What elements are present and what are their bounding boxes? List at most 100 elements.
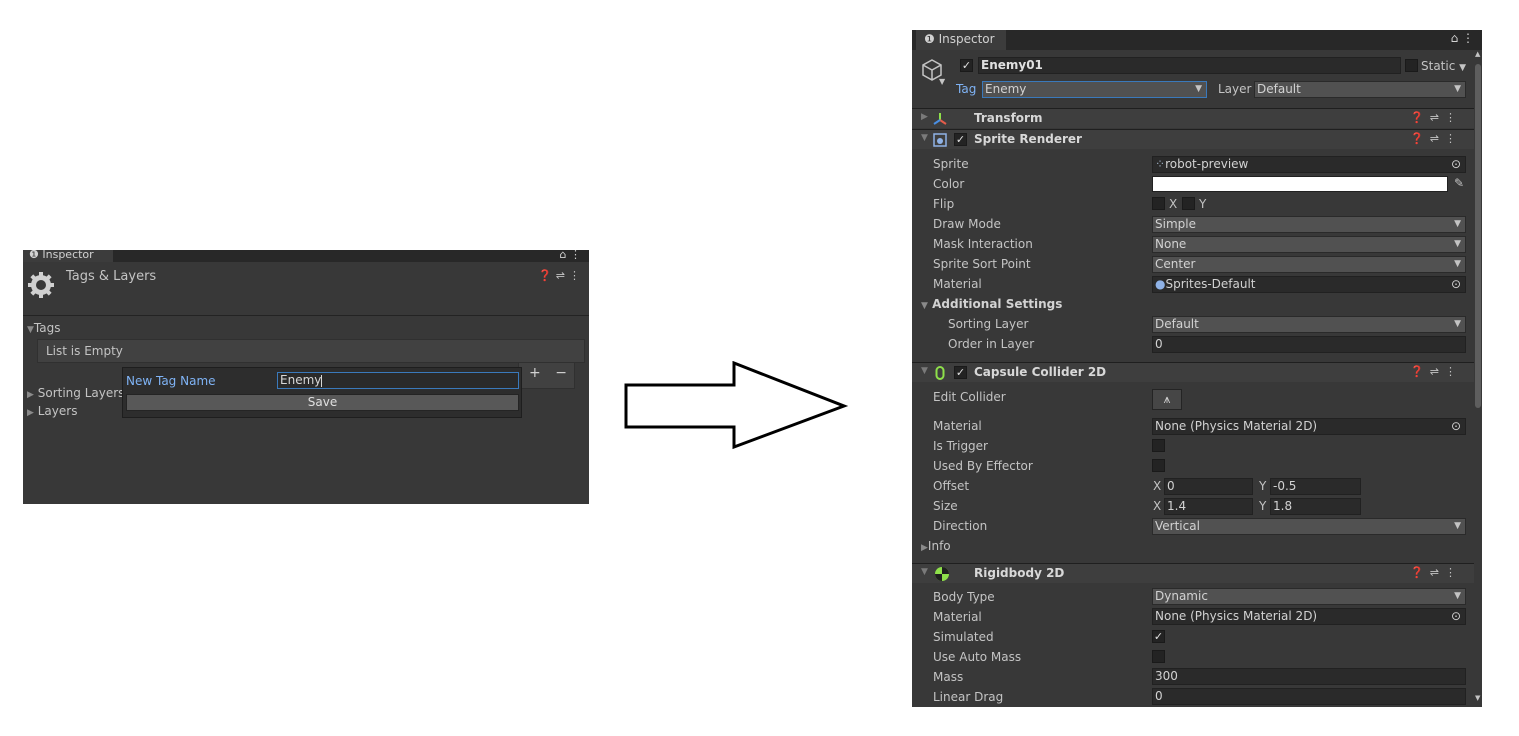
divider — [23, 315, 589, 316]
offset-label: Offset — [933, 479, 970, 493]
tags-layers-inspector: ❶ Inspector ⌂ ⋮ Tags & Layers ❓⇌⋮ ▼Tags … — [23, 250, 589, 504]
sorting-layers-foldout[interactable]: ▶ Sorting Layers — [27, 386, 124, 400]
object-picker-icon[interactable]: ⊙ — [1451, 419, 1461, 434]
sprite-label: Sprite — [933, 157, 969, 171]
component-menu-icons[interactable]: ❓⇌⋮ — [1410, 132, 1462, 145]
static-checkbox[interactable] — [1405, 59, 1418, 72]
sorting-layer-label: Sorting Layer — [948, 317, 1029, 331]
object-picker-icon[interactable]: ⊙ — [1451, 157, 1461, 172]
sprite-renderer-header[interactable]: ▼ ✓ Sprite Renderer ❓⇌⋮ — [912, 129, 1474, 149]
tag-value: Enemy — [985, 82, 1027, 96]
flip-label: Flip — [933, 197, 955, 211]
info-foldout[interactable]: ▶Info — [921, 539, 951, 553]
object-picker-icon[interactable]: ⊙ — [1451, 277, 1461, 292]
add-tag-button[interactable]: + — [529, 365, 541, 381]
transform-header[interactable]: ▶ Transform ❓⇌⋮ — [912, 108, 1474, 128]
sprite-sort-point-label: Sprite Sort Point — [933, 257, 1031, 271]
order-in-layer-input[interactable]: 0 — [1152, 336, 1466, 353]
rb-material-value: None (Physics Material 2D) — [1155, 609, 1318, 623]
capsule-collider-enabled-checkbox[interactable]: ✓ — [954, 366, 967, 379]
header-icons[interactable]: ❓⇌⋮ — [538, 269, 584, 282]
mass-input[interactable]: 300 — [1152, 668, 1466, 685]
material-label: Material — [933, 277, 982, 291]
used-by-effector-checkbox[interactable] — [1152, 459, 1165, 472]
flip-y-checkbox[interactable] — [1182, 197, 1195, 210]
object-name-input[interactable]: Enemy01 — [978, 57, 1401, 74]
is-trigger-label: Is Trigger — [933, 439, 988, 453]
chevron-right-icon: ▶ — [921, 543, 928, 553]
sprite-sort-point-dropdown[interactable]: Center ▼ — [1152, 256, 1466, 273]
rb-material-label: Material — [933, 610, 982, 624]
sprite-field[interactable]: ⁘robot-preview ⊙ — [1152, 156, 1466, 173]
simulated-checkbox[interactable]: ✓ — [1152, 630, 1165, 643]
size-y-label: Y — [1259, 499, 1267, 513]
scroll-up-icon[interactable]: ▲ — [1475, 50, 1480, 58]
color-label: Color — [933, 177, 965, 191]
info-label: Info — [927, 539, 951, 553]
use-auto-mass-checkbox[interactable] — [1152, 650, 1165, 663]
color-swatch[interactable] — [1152, 176, 1448, 192]
tab-menu-icon[interactable]: ⌂ ⋮ — [1451, 31, 1474, 45]
offset-x-input[interactable]: 0 — [1164, 478, 1253, 495]
body-type-dropdown[interactable]: Dynamic ▼ — [1152, 588, 1466, 605]
offset-y-input[interactable]: -0.5 — [1270, 478, 1361, 495]
layer-value: Default — [1257, 82, 1301, 96]
size-x-input[interactable]: 1.4 — [1164, 498, 1253, 515]
new-tag-name-label: New Tag Name — [126, 374, 216, 388]
rb-material-field[interactable]: None (Physics Material 2D) ⊙ — [1152, 608, 1466, 625]
material-value: Sprites-Default — [1165, 277, 1256, 291]
sprite-renderer-enabled-checkbox[interactable]: ✓ — [954, 133, 967, 146]
edit-collider-button[interactable]: ⩚ — [1152, 389, 1182, 410]
object-picker-icon[interactable]: ⊙ — [1451, 609, 1461, 624]
flip-y-label: Y — [1199, 197, 1207, 211]
tag-label: Tag — [956, 82, 977, 96]
remove-tag-button[interactable]: − — [555, 365, 567, 381]
caret-down-icon: ▼ — [1454, 521, 1461, 531]
component-menu-icons[interactable]: ❓⇌⋮ — [1410, 365, 1462, 378]
caret-down-icon: ▼ — [1454, 319, 1461, 329]
gear-icon — [28, 272, 54, 298]
component-menu-icons[interactable]: ❓⇌⋮ — [1410, 566, 1462, 579]
mask-interaction-dropdown[interactable]: None ▼ — [1152, 236, 1466, 253]
size-y-input[interactable]: 1.8 — [1270, 498, 1361, 515]
sprite-value: robot-preview — [1165, 157, 1249, 171]
capsule-collider-header[interactable]: ▼ ✓ Capsule Collider 2D ❓⇌⋮ — [912, 362, 1474, 382]
chevron-down-icon: ▼ — [921, 133, 928, 143]
static-dropdown[interactable]: Static ▼ — [1421, 59, 1466, 73]
collider-material-label: Material — [933, 419, 982, 433]
arrow-right-icon — [624, 361, 849, 450]
component-menu-icons[interactable]: ❓⇌⋮ — [1410, 111, 1462, 124]
tag-dropdown[interactable]: Enemy ▼ — [982, 81, 1207, 98]
eyedropper-icon[interactable]: ✎ — [1454, 176, 1464, 190]
sorting-layer-dropdown[interactable]: Default ▼ — [1152, 316, 1466, 333]
new-tag-name-input[interactable]: Enemy — [277, 372, 519, 389]
layers-foldout[interactable]: ▶ Layers — [27, 404, 77, 418]
is-trigger-checkbox[interactable] — [1152, 439, 1165, 452]
linear-drag-input[interactable]: 0 — [1152, 688, 1466, 705]
sprite-renderer-title: Sprite Renderer — [974, 132, 1082, 146]
rigidbody-header[interactable]: ▼ Rigidbody 2D ❓⇌⋮ — [912, 563, 1474, 583]
sorting-layer-value: Default — [1155, 317, 1199, 331]
save-button[interactable]: Save — [126, 394, 519, 411]
chevron-down-icon[interactable]: ▼ — [939, 77, 945, 86]
material-field[interactable]: ●Sprites-Default ⊙ — [1152, 276, 1466, 293]
layer-dropdown[interactable]: Default ▼ — [1254, 81, 1466, 98]
active-checkbox[interactable]: ✓ — [960, 59, 973, 72]
caret-down-icon: ▼ — [1454, 239, 1461, 249]
chevron-right-icon: ▶ — [921, 112, 928, 122]
scrollbar-thumb[interactable] — [1475, 64, 1481, 408]
flip-x-checkbox[interactable] — [1152, 197, 1165, 210]
tags-foldout[interactable]: ▼Tags — [27, 321, 61, 335]
tags-label: Tags — [33, 321, 61, 335]
list-buttons: + − — [518, 363, 575, 389]
mass-label: Mass — [933, 670, 964, 684]
direction-dropdown[interactable]: Vertical ▼ — [1152, 518, 1466, 535]
inspector-tab[interactable]: ❶ Inspector — [23, 250, 113, 262]
layer-label: Layer — [1218, 82, 1252, 96]
inspector-tab[interactable]: ❶ Inspector — [916, 30, 1006, 50]
tab-menu-icon[interactable]: ⌂ ⋮ — [560, 250, 581, 261]
draw-mode-dropdown[interactable]: Simple ▼ — [1152, 216, 1466, 233]
scroll-down-icon[interactable]: ▼ — [1475, 694, 1480, 702]
collider-material-field[interactable]: None (Physics Material 2D) ⊙ — [1152, 418, 1466, 435]
additional-settings-foldout[interactable]: ▼ Additional Settings — [921, 297, 1062, 311]
